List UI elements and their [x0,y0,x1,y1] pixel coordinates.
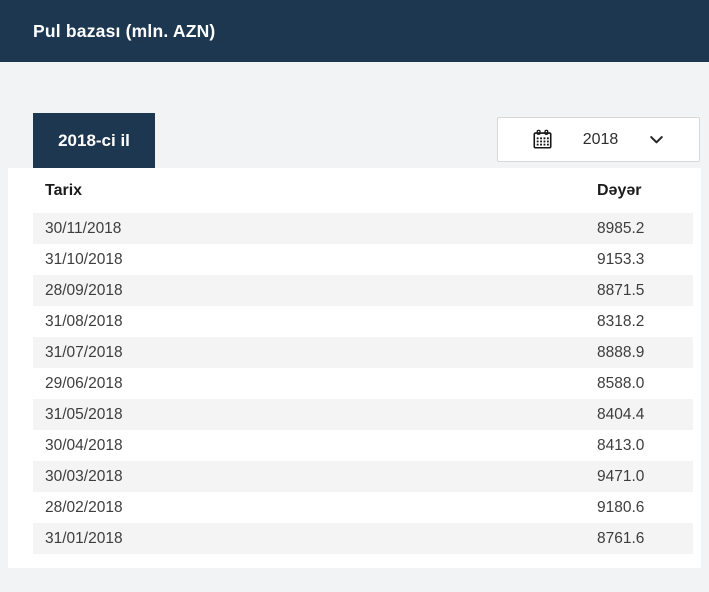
widget-title: Pul bazası (mln. AZN) [33,20,216,41]
data-panel: Tarix Dəyər 30/11/2018 8985.2 31/10/2018 91… [8,168,701,568]
table-row: 28/02/2018 9180.6 [33,492,693,523]
money-base-table: Tarix Dəyər 30/11/2018 8985.2 31/10/2018 91… [33,168,693,554]
date-cell: 31/07/2018 [45,343,123,361]
date-cell: 31/08/2018 [45,312,123,330]
table-row: 31/10/2018 9153.3 [33,244,693,275]
year-dropdown-value: 2018 [582,130,619,148]
value-cell: 9180.6 [597,498,645,516]
date-cell: 30/04/2018 [45,436,123,454]
table-row: 31/07/2018 8888.9 [33,337,693,368]
date-cell: 30/11/2018 [45,219,122,237]
date-cell: 28/09/2018 [45,281,123,299]
year-dropdown[interactable]: 2018 [497,117,700,162]
value-cell: 8588.0 [597,374,645,392]
value-cell: 8404.4 [597,405,645,423]
date-cell: 30/03/2018 [45,467,123,485]
value-cell: 8761.6 [597,529,645,547]
value-cell: 9153.3 [597,250,645,268]
table-row: 28/09/2018 8871.5 [33,275,693,306]
value-cell: 8318.2 [597,312,645,330]
table-header-row: Tarix Dəyər [33,168,693,213]
year-badge: 2018-ci il [33,113,155,168]
date-cell: 31/10/2018 [45,250,123,268]
date-cell: 29/06/2018 [45,374,123,392]
table-body: 30/11/2018 8985.2 31/10/2018 9153.3 28/09/20… [33,213,693,554]
toolbar: 2018-ci il 2018 [0,62,709,168]
table-row: 30/04/2018 8413.0 [33,430,693,461]
widget-header: Pul bazası (mln. AZN) [0,0,709,62]
date-cell: 28/02/2018 [45,498,123,516]
table-row: 31/05/2018 8404.4 [33,399,693,430]
table-row: 29/06/2018 8588.0 [33,368,693,399]
date-cell: 31/01/2018 [45,529,123,547]
value-cell: 8413.0 [597,436,645,454]
value-cell: 8888.9 [597,343,645,361]
column-header-value: Dəyər [597,181,642,199]
calendar-icon [532,129,553,150]
column-header-date: Tarix [45,181,83,199]
chevron-down-icon [648,131,665,148]
table-row: 31/08/2018 8318.2 [33,306,693,337]
money-base-widget: Pul bazası (mln. AZN) 2018-ci il 2018 Ta… [0,0,709,592]
value-cell: 8985.2 [597,219,645,237]
table-row: 30/11/2018 8985.2 [33,213,693,244]
table-row: 30/03/2018 9471.0 [33,461,693,492]
date-cell: 31/05/2018 [45,405,123,423]
table-row: 31/01/2018 8761.6 [33,523,693,554]
value-cell: 8871.5 [597,281,645,299]
value-cell: 9471.0 [597,467,645,485]
